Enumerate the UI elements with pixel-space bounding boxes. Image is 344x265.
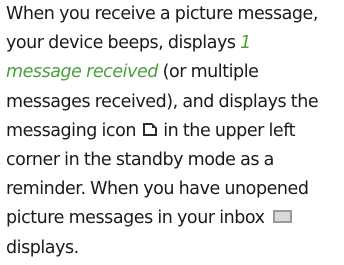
line-8-text: picture messages in your inbox (6, 208, 270, 229)
line-3-text: (or multiple (157, 62, 259, 83)
text-line-9: displays. (6, 234, 340, 263)
line-2-text: your device beeps, displays (6, 33, 241, 54)
text-line-1: When you receive a picture message, (6, 0, 340, 29)
line-5-text-b: in the upper left (158, 120, 296, 141)
message-received-emphasis: message received (6, 62, 158, 83)
line-1-text: When you receive a picture message, (6, 4, 318, 24)
text-line-3: message received (or multiple (6, 58, 340, 87)
text-line-5: messaging icon in the upper left (6, 117, 340, 146)
document-page: When you receive a picture message, your… (0, 0, 344, 265)
text-line-8: picture messages in your inbox (6, 204, 340, 233)
unopened-picture-message-icon (273, 210, 293, 224)
messaging-icon (142, 122, 157, 136)
text-line-2: your device beeps, displays 1 (6, 29, 340, 58)
line-7-text: reminder. When you have unopened (6, 179, 309, 200)
line-6-text: corner in the standby mode as a (6, 150, 274, 171)
line-5-text-a: messaging icon (6, 120, 141, 141)
text-line-7: reminder. When you have unopened (6, 175, 340, 204)
text-line-6: corner in the standby mode as a (6, 146, 340, 175)
line-4-text: messages received), and displays the (6, 91, 319, 112)
message-received-emphasis-start: 1 (240, 33, 251, 54)
text-line-4: messages received), and displays the (6, 88, 340, 117)
line-9-text: displays. (6, 237, 79, 258)
picture-message-paragraph: When you receive a picture message, your… (6, 0, 340, 263)
